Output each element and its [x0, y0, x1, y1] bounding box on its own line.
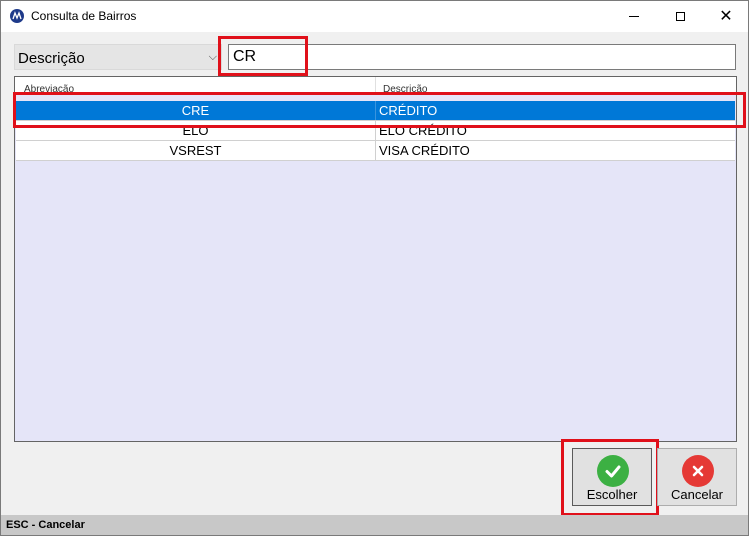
table-row[interactable]: CRE CRÉDITO	[16, 101, 735, 121]
title-bar[interactable]: Consulta de Bairros ✕	[1, 1, 748, 32]
cell-separator	[375, 121, 376, 140]
cell-descricao: VISA CRÉDITO	[379, 143, 470, 158]
header-separator	[375, 77, 376, 95]
cell-abreviacao: ELO	[182, 123, 209, 138]
search-field-value: Descrição	[18, 50, 85, 67]
cancel-button-label: Cancelar	[670, 487, 724, 502]
table-row[interactable]: ELO ELO CRÉDITO	[16, 121, 735, 141]
minimize-icon	[629, 16, 639, 17]
choose-button[interactable]: Escolher	[572, 448, 652, 506]
cell-separator	[375, 101, 376, 120]
app-logo-icon	[9, 8, 25, 24]
cell-abreviacao: VSREST	[169, 143, 222, 158]
cell-descricao: CRÉDITO	[379, 103, 438, 118]
status-text: ESC - Cancelar	[6, 519, 85, 531]
close-icon: ✕	[719, 7, 733, 25]
check-icon	[597, 455, 629, 487]
cancel-button[interactable]: Cancelar	[657, 448, 737, 506]
maximize-button[interactable]	[657, 1, 703, 32]
dialog-window: Consulta de Bairros ✕ Descrição ⌵ Abrevi…	[0, 0, 749, 536]
cell-abreviacao: CRE	[181, 103, 210, 118]
table-row[interactable]: VSREST VISA CRÉDITO	[16, 141, 735, 161]
cell-descricao: ELO CRÉDITO	[379, 123, 467, 138]
grid-header: Abreviação Descrição	[15, 77, 736, 95]
search-input[interactable]	[228, 44, 736, 70]
search-field-dropdown[interactable]: Descrição ⌵	[14, 44, 222, 70]
column-header-descricao[interactable]: Descrição	[383, 84, 427, 95]
results-grid[interactable]: Abreviação Descrição CRE CRÉDITO ELO ELO…	[14, 76, 737, 442]
chevron-down-icon: ⌵	[208, 51, 217, 63]
cell-separator	[375, 141, 376, 160]
maximize-icon	[675, 12, 685, 21]
status-bar: ESC - Cancelar	[1, 515, 748, 535]
close-button[interactable]: ✕	[703, 1, 748, 32]
minimize-button[interactable]	[611, 1, 657, 32]
close-circle-icon	[682, 455, 714, 487]
choose-button-label: Escolher	[586, 487, 638, 502]
column-header-abreviacao[interactable]: Abreviação	[24, 84, 74, 95]
window-title: Consulta de Bairros	[31, 9, 137, 23]
